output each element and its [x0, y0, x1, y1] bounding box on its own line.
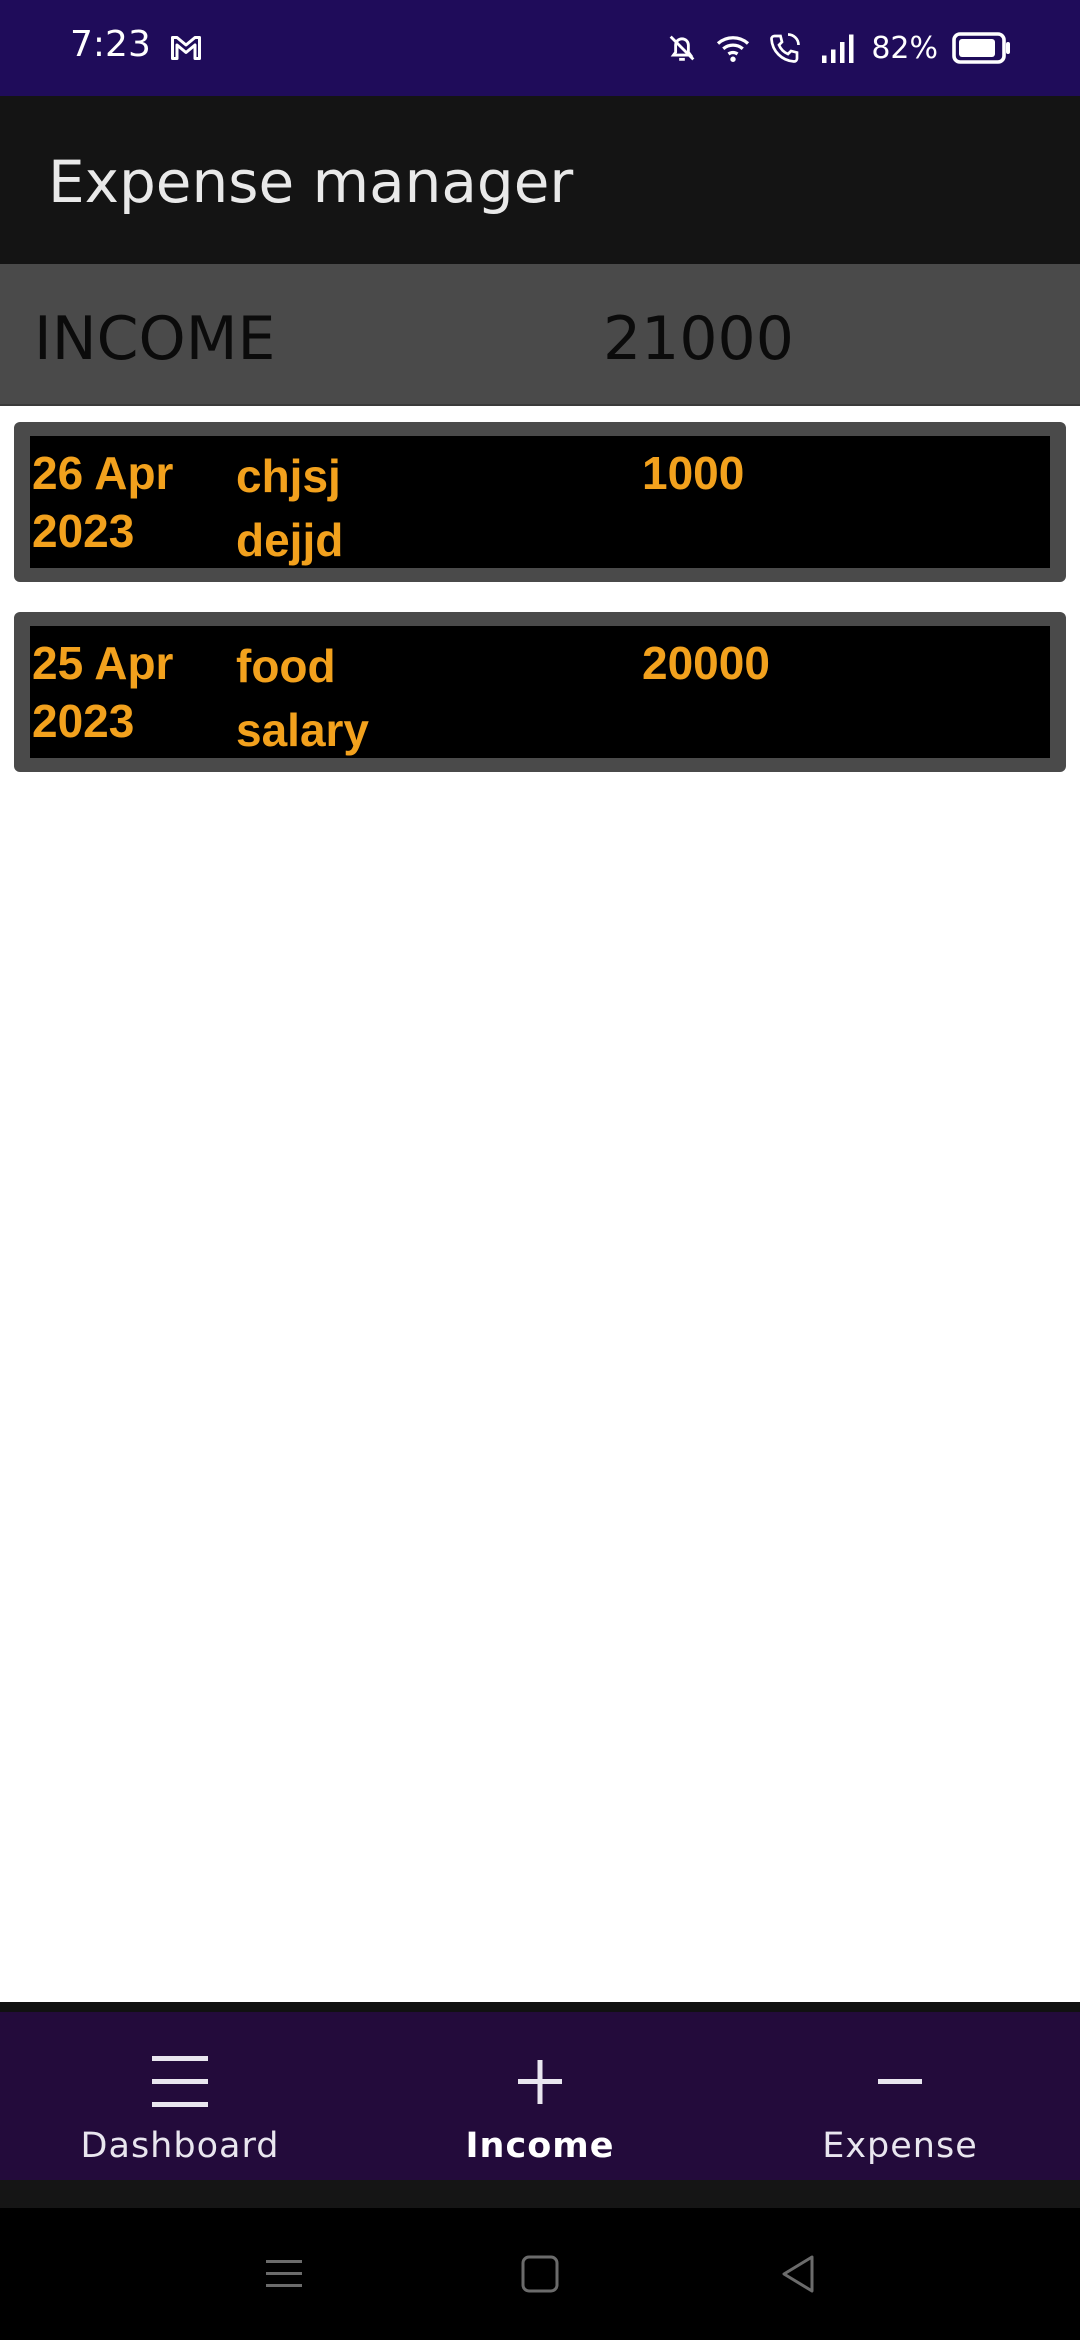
- entry-date-year: 2023: [32, 695, 135, 747]
- income-entry[interactable]: 25 Apr 2023 food salary 20000: [14, 612, 1066, 772]
- home-icon[interactable]: [518, 2252, 562, 2296]
- wifi-icon: [717, 36, 750, 62]
- battery-percent: 82%: [871, 30, 938, 66]
- wifi-calling-icon: [770, 33, 801, 63]
- nav-expense-label: Expense: [822, 2126, 978, 2166]
- battery-icon: [952, 32, 1010, 64]
- back-icon[interactable]: [776, 2252, 820, 2296]
- system-navigation-bar: [0, 2208, 1080, 2340]
- entry-description: food salary: [236, 634, 496, 762]
- nav-divider: [0, 2180, 1080, 2208]
- menu-icon: [152, 2056, 208, 2107]
- income-summary: INCOME 21000: [0, 264, 1080, 406]
- entry-description: chjsj dejjd: [236, 444, 496, 572]
- income-entry[interactable]: 26 Apr 2023 chjsj dejjd 1000: [14, 422, 1066, 582]
- summary-total: 21000: [603, 304, 794, 374]
- bell-off-icon: [669, 35, 695, 61]
- entry-category: chjsj: [236, 450, 341, 502]
- recent-apps-icon[interactable]: [262, 2252, 306, 2296]
- app-bar: Expense manager: [0, 96, 1080, 264]
- summary-label: INCOME: [34, 304, 276, 374]
- entry-note: dejjd: [236, 514, 344, 566]
- page-title: Expense manager: [48, 148, 574, 216]
- entry-amount: 1000: [642, 447, 745, 499]
- nav-expense[interactable]: Expense: [720, 2012, 1080, 2180]
- entry-date-year: 2023: [32, 505, 135, 557]
- entry-category: food: [236, 640, 336, 692]
- nav-income[interactable]: Income: [360, 2012, 720, 2180]
- mail-icon: [171, 36, 201, 60]
- entry-date-day: 25 Apr: [32, 637, 174, 689]
- status-bar: 7:23 82%: [0, 0, 1080, 96]
- entry-date: 26 Apr 2023: [32, 444, 222, 560]
- entry-date: 25 Apr 2023: [32, 634, 222, 750]
- plus-icon: [518, 2060, 562, 2104]
- nav-dashboard-label: Dashboard: [80, 2126, 280, 2166]
- nav-dashboard[interactable]: Dashboard: [0, 2012, 360, 2180]
- income-entry-content: 26 Apr 2023 chjsj dejjd 1000: [30, 436, 1050, 568]
- nav-income-label: Income: [465, 2126, 615, 2166]
- minus-icon: [878, 2079, 922, 2084]
- entry-date-day: 26 Apr: [32, 447, 174, 499]
- status-icons: 82%: [665, 26, 1012, 70]
- income-entry-content: 25 Apr 2023 food salary 20000: [30, 626, 1050, 758]
- entry-amount: 20000: [642, 637, 770, 689]
- bottom-navigation: Dashboard Income Expense: [0, 2002, 1080, 2180]
- signal-icon: [822, 34, 854, 63]
- status-time: 7:23: [70, 24, 151, 65]
- entry-note: salary: [236, 704, 370, 756]
